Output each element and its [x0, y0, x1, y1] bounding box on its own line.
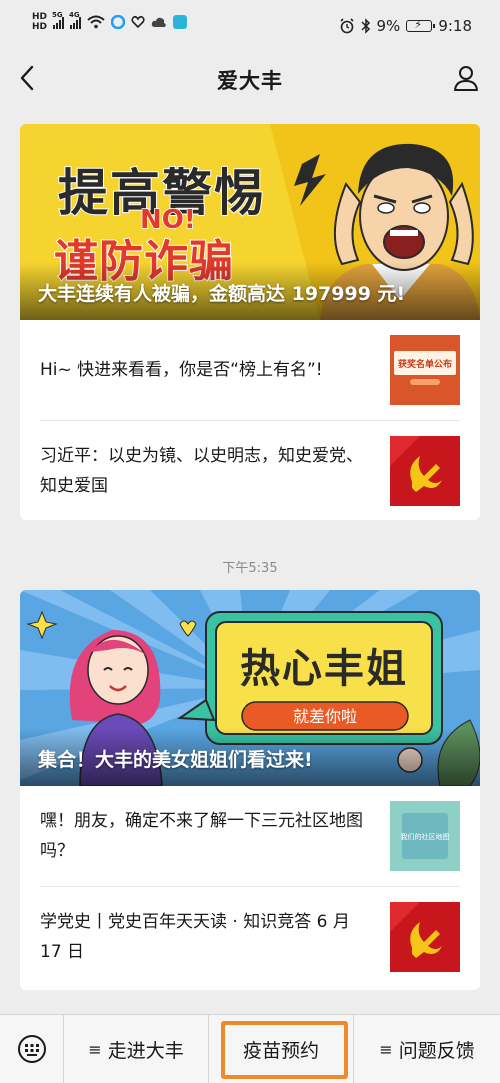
menu-list-icon: ≡: [379, 1040, 393, 1059]
banner-feng-jie[interactable]: 热心丰姐 就差你啦 集合！大丰的美女姐姐们看过来!: [20, 590, 480, 786]
article-title: 习近平：以史为镜、以史明志，知史爱党、知史爱国: [40, 445, 363, 496]
banner-caption-text: 集合！大丰的美女姐姐们看过来!: [38, 749, 313, 771]
page-title: 爱大丰: [217, 69, 283, 93]
article-title: 嘿！朋友，确定不来了解一下三元社区地图吗？: [40, 811, 363, 861]
party-emblem-icon: [390, 435, 460, 506]
article-card: 热心丰姐 就差你啦 集合！大丰的美女姐姐们看过来! 嘿！朋友，确定不来了解一下三…: [20, 590, 480, 990]
alarm-icon: [339, 18, 354, 34]
banner-caption: 大丰连续有人被骗，金额高达 197999 元!: [20, 262, 480, 320]
article-thumbnail: 获奖名单公布: [390, 335, 460, 405]
banner-caption: 集合！大丰的美女姐姐们看过来!: [20, 728, 480, 786]
cloud-icon: [151, 17, 166, 27]
status-time: 9:18: [438, 17, 472, 35]
menu-item-about-dafeng[interactable]: ≡ 走进大丰: [64, 1015, 209, 1083]
app-icon: [111, 15, 126, 29]
banner-caption-text: 大丰连续有人被骗，金额高达 197999 元!: [38, 283, 406, 305]
status-bar-right: 9% ⚡ 9:18: [339, 17, 472, 35]
svg-text:热心丰姐: 热心丰姐: [240, 646, 408, 692]
battery-percent: 9%: [376, 17, 401, 35]
status-bar-left: HD HD 5G 4G: [32, 11, 188, 32]
banner-anti-fraud[interactable]: 提高警惕 NO! 谨防诈骗 大丰连续有人被骗，金额高达 197999 元!: [20, 124, 480, 320]
menu-item-label: 走进大丰: [107, 1040, 184, 1062]
signal-5g-icon: 5G: [52, 11, 65, 29]
bluetooth-icon: [360, 18, 370, 34]
list-item[interactable]: Hi~ 快进来看看，你是否“榜上有名”! 获奖名单公布: [40, 320, 460, 420]
keyboard-icon: [18, 1035, 46, 1063]
menu-item-label: 疫苗预约: [242, 1040, 319, 1062]
party-emblem-icon: [390, 901, 460, 972]
hd-badge: HD: [32, 12, 48, 22]
list-item[interactable]: 学党史丨党史百年天天读 · 知识竞答 6 月 17 日: [40, 886, 460, 986]
svg-text:我们的社区地图: 我们的社区地图: [401, 832, 450, 841]
article-card: 提高警惕 NO! 谨防诈骗 大丰连续有人被骗，金额高达 197999 元! Hi…: [20, 124, 480, 520]
svg-text:NO!: NO!: [140, 205, 196, 235]
hd-badges: HD HD: [32, 12, 47, 32]
user-profile-icon[interactable]: [452, 64, 480, 92]
hd-badge: HD: [32, 22, 48, 32]
signal-4g-icon: 4G: [69, 11, 82, 29]
menu-item-label: 问题反馈: [398, 1040, 475, 1062]
svg-text:就差你啦: 就差你啦: [293, 707, 357, 726]
nav-bar: 爱大丰: [0, 52, 500, 106]
menu-list-icon: ≡: [88, 1040, 102, 1059]
health-icon: [131, 15, 145, 29]
battery-icon: ⚡: [406, 18, 436, 32]
list-item[interactable]: 习近平：以史为镜、以史明志，知史爱党、知史爱国: [40, 420, 460, 520]
article-title: 学党史丨党史百年天天读 · 知识竞答 6 月 17 日: [40, 911, 350, 962]
svg-text:获奖名单公布: 获奖名单公布: [398, 358, 452, 370]
status-bar: HD HD 5G 4G 9% ⚡ 9:18: [0, 0, 500, 52]
keyboard-toggle-button[interactable]: [0, 1015, 64, 1083]
app-square-icon: [173, 15, 188, 29]
article-title: Hi~ 快进来看看，你是否“榜上有名”!: [40, 360, 323, 380]
bottom-menu: ≡ 走进大丰 疫苗预约 ≡ 问题反馈: [0, 1014, 500, 1083]
menu-item-vaccine-booking[interactable]: 疫苗预约: [209, 1015, 354, 1083]
timestamp-label: 下午5:35: [222, 561, 278, 576]
list-item[interactable]: 嘿！朋友，确定不来了解一下三元社区地图吗？ 我们的社区地图: [40, 786, 460, 886]
menu-item-feedback[interactable]: ≡ 问题反馈: [354, 1015, 500, 1083]
wifi-icon: [87, 15, 105, 29]
article-thumbnail: 我们的社区地图: [390, 801, 460, 871]
